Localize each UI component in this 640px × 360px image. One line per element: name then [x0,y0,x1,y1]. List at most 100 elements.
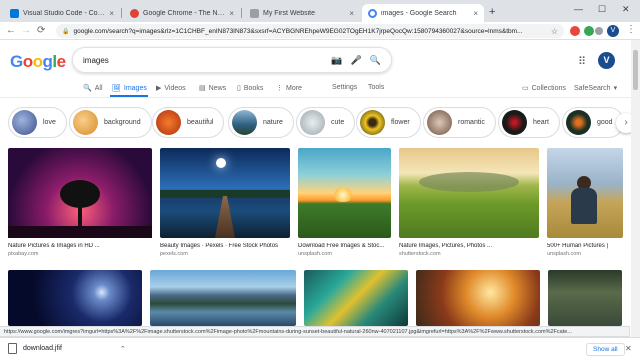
image-result[interactable]: Beauty Images · Pexels · Free Stock Phot… [160,148,290,257]
address-url: google.com/search?q=images&rlz=1C1CHBF_e… [73,27,523,35]
extension-icon[interactable] [570,26,580,36]
tab-title: My First Website [263,9,315,17]
microphone-icon[interactable]: 🎤 [351,55,362,66]
browser-tab-vscode[interactable]: Visual Studio Code - Code Editing × [4,4,120,22]
browser-tab-my-first-website[interactable]: My First Website × [244,4,360,22]
forward-arrow-icon[interactable]: → [21,25,31,37]
image-result[interactable]: 500+ Human Pictures | unsplash.com [547,148,623,257]
reload-icon[interactable]: ⟳ [37,25,45,37]
search-icon[interactable]: 🔍 [370,55,381,66]
maximize-icon[interactable]: ☐ [598,4,606,15]
search-input[interactable] [83,55,324,65]
result-image[interactable] [399,148,539,238]
result-title[interactable]: Download Free Images & Stoc... [298,243,391,249]
result-image[interactable] [8,270,142,326]
chip-flower[interactable]: flower [356,107,421,138]
camera-icon[interactable]: 📷 [331,55,342,66]
chevron-up-icon[interactable]: ⌃ [120,345,126,353]
address-bar[interactable]: 🔒 google.com/search?q=images&rlz=1C1CHBF… [56,24,564,38]
image-result[interactable] [416,270,540,326]
browser-tab-chrome[interactable]: Google Chrome - The New Chrome × [124,4,240,22]
tab-all[interactable]: 🔍 All [83,84,103,93]
browser-menu-icon[interactable]: ⋮ [626,24,636,35]
window-close-icon[interactable]: ✕ [622,4,630,15]
close-icon[interactable]: × [229,9,234,18]
image-result[interactable] [150,270,296,326]
scrollbar-thumb[interactable] [633,50,638,90]
collections-icon: ▭ [522,85,529,92]
account-avatar[interactable]: V [598,52,615,69]
profile-avatar[interactable]: V [607,25,619,37]
result-source: pixabay.com [8,251,39,257]
browser-tab-strip: Visual Studio Code - Code Editing × Goog… [0,0,640,22]
image-result[interactable]: Download Free Images & Stoc... unsplash.… [298,148,391,257]
browser-toolbar: ← → ⟳ 🔒 google.com/search?q=images&rlz=1… [0,22,640,40]
image-result[interactable] [8,270,142,326]
tab-title: Google Chrome - The New Chrome [143,9,226,17]
chip-heart[interactable]: heart [498,107,560,138]
chip-thumbnail [12,110,37,135]
result-title[interactable]: Nature Pictures & Images in HD ... [8,243,152,249]
image-result[interactable] [304,270,408,326]
result-image[interactable] [547,148,623,238]
book-icon: ▯ [237,85,241,92]
browser-tab-google-search[interactable]: images - Google Search × [362,4,484,22]
new-tab-button[interactable]: + [489,6,495,18]
close-icon[interactable]: × [109,9,114,18]
image-result[interactable] [548,270,622,326]
chip-love[interactable]: love [8,107,67,138]
close-icon[interactable]: × [473,9,478,18]
tree-trunk-shape [78,204,82,228]
result-source: unsplash.com [298,251,332,257]
chip-cute[interactable]: cute [296,107,356,138]
result-image[interactable] [160,148,290,238]
image-result[interactable]: Nature Pictures & Images in HD ... pixab… [8,148,152,257]
apps-grid-icon[interactable]: ⠿ [578,55,586,68]
result-image[interactable] [150,270,296,326]
minimize-icon[interactable]: — [574,4,583,14]
result-source: shutterstock.com [399,251,441,257]
safesearch-dropdown[interactable]: SafeSearch ▾ [574,84,617,93]
tab-books[interactable]: ▯ Books [237,84,263,93]
extension-icon[interactable] [584,26,594,36]
chip-thumbnail [360,110,385,135]
result-title[interactable]: Nature Images, Pictures, Photos ... [399,243,539,249]
video-icon: ▶ [156,85,162,92]
google-logo[interactable]: Google [10,52,66,72]
chip-romantic[interactable]: romantic [423,107,496,138]
result-image[interactable] [298,148,391,238]
download-filename: download.jfif [23,345,62,352]
vertical-scrollbar[interactable] [631,40,640,337]
chip-thumbnail [73,110,98,135]
chip-thumbnail [232,110,257,135]
result-title[interactable]: 500+ Human Pictures | [547,243,623,249]
result-title[interactable]: Beauty Images · Pexels · Free Stock Phot… [160,243,290,249]
tab-videos[interactable]: ▶ Videos [156,84,186,93]
show-all-button[interactable]: Show all [586,343,625,356]
tab-more[interactable]: ⋮ More [276,84,302,93]
bookmark-star-icon[interactable]: ☆ [547,27,558,36]
result-image[interactable] [548,270,622,326]
result-image[interactable] [304,270,408,326]
chip-thumbnail [300,110,325,135]
back-arrow-icon[interactable]: ← [6,25,16,37]
result-image[interactable] [416,270,540,326]
chip-good[interactable]: good [562,107,624,138]
close-icon[interactable]: × [349,9,354,18]
chip-nature[interactable]: nature [228,107,294,138]
extension-icon[interactable] [595,27,603,35]
close-icon[interactable]: ✕ [625,344,632,353]
download-item[interactable]: download.jfif ⌃ [8,343,126,354]
vscode-favicon-icon [10,8,19,18]
chip-beautiful[interactable]: beautiful [152,107,225,138]
result-image[interactable] [8,148,152,238]
image-result[interactable]: Nature Images, Pictures, Photos ... shut… [399,148,539,257]
tools-link[interactable]: Tools [368,84,384,91]
tab-images[interactable]: 🖼 Images [112,84,147,93]
tab-news[interactable]: ▤ News [199,84,226,93]
pier-shape [215,196,235,238]
settings-link[interactable]: Settings [332,84,357,91]
collections-link[interactable]: ▭ Collections [522,84,566,93]
chip-thumbnail [156,110,181,135]
chip-background[interactable]: background [69,107,152,138]
